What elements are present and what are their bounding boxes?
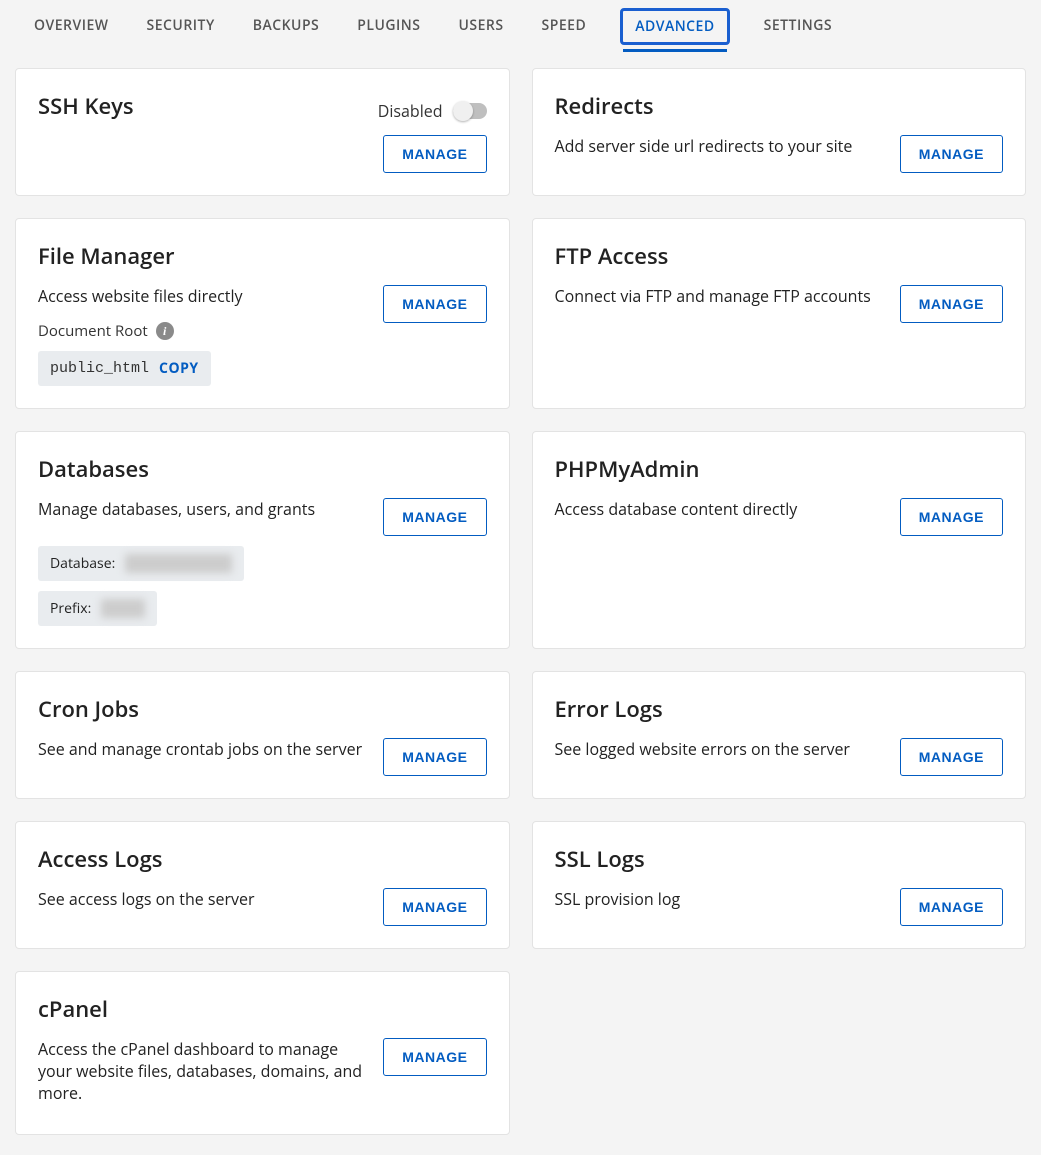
- manage-button[interactable]: MANAGE: [383, 498, 486, 536]
- card-desc: See logged website errors on the server: [555, 738, 880, 760]
- card-desc: Manage databases, users, and grants: [38, 498, 363, 520]
- ssh-toggle-wrap: Disabled: [378, 100, 487, 122]
- cards-grid: SSH Keys Disabled MANAGE Redirects Add s…: [0, 48, 1041, 1155]
- card-desc: Access database content directly: [555, 498, 880, 520]
- manage-button[interactable]: MANAGE: [383, 285, 486, 323]
- manage-button[interactable]: MANAGE: [383, 738, 486, 776]
- tab-advanced[interactable]: ADVANCED: [620, 8, 729, 45]
- prefix-chip: Prefix: ███_: [38, 591, 157, 626]
- card-title: Access Logs: [38, 844, 487, 874]
- tab-settings[interactable]: SETTINGS: [760, 8, 836, 47]
- info-icon[interactable]: i: [156, 322, 174, 340]
- ssh-status-label: Disabled: [378, 100, 443, 122]
- card-desc: See access logs on the server: [38, 888, 363, 910]
- manage-button[interactable]: MANAGE: [900, 738, 1003, 776]
- card-title: cPanel: [38, 994, 487, 1024]
- tab-backups[interactable]: BACKUPS: [249, 8, 324, 47]
- tab-speed[interactable]: SPEED: [538, 8, 591, 47]
- manage-button[interactable]: MANAGE: [383, 1038, 486, 1076]
- card-title: Redirects: [555, 91, 1004, 121]
- manage-button[interactable]: MANAGE: [900, 498, 1003, 536]
- card-title: PHPMyAdmin: [555, 454, 1004, 484]
- card-cron-jobs: Cron Jobs See and manage crontab jobs on…: [15, 671, 510, 799]
- card-title: SSL Logs: [555, 844, 1004, 874]
- card-redirects: Redirects Add server side url redirects …: [532, 68, 1027, 196]
- ssh-toggle[interactable]: [453, 103, 487, 119]
- tab-bar: OVERVIEW SECURITY BACKUPS PLUGINS USERS …: [0, 0, 1041, 48]
- card-desc: Add server side url redirects to your si…: [555, 135, 880, 157]
- card-title: SSH Keys: [38, 91, 134, 121]
- database-value: ██████████: [125, 554, 232, 573]
- manage-button[interactable]: MANAGE: [900, 888, 1003, 926]
- card-title: Databases: [38, 454, 487, 484]
- document-root-value: public_html: [50, 360, 149, 377]
- card-access-logs: Access Logs See access logs on the serve…: [15, 821, 510, 949]
- tab-plugins[interactable]: PLUGINS: [353, 8, 424, 47]
- tab-users[interactable]: USERS: [454, 8, 507, 47]
- card-title: Error Logs: [555, 694, 1004, 724]
- card-title: Cron Jobs: [38, 694, 487, 724]
- manage-button[interactable]: MANAGE: [383, 135, 486, 173]
- card-desc: Access the cPanel dashboard to manage yo…: [38, 1038, 363, 1104]
- card-title: FTP Access: [555, 241, 1004, 271]
- card-ftp-access: FTP Access Connect via FTP and manage FT…: [532, 218, 1027, 409]
- card-desc: SSL provision log: [555, 888, 880, 910]
- manage-button[interactable]: MANAGE: [900, 285, 1003, 323]
- copy-button[interactable]: COPY: [159, 359, 199, 378]
- prefix-value: ███_: [101, 599, 145, 618]
- document-root-label-row: Document Root i: [38, 321, 363, 341]
- card-phpmyadmin: PHPMyAdmin Access database content direc…: [532, 431, 1027, 649]
- tab-overview[interactable]: OVERVIEW: [30, 8, 113, 47]
- document-root-label: Document Root: [38, 321, 148, 341]
- card-desc: Access website files directly: [38, 285, 363, 307]
- document-root-chip: public_html COPY: [38, 351, 211, 386]
- manage-button[interactable]: MANAGE: [383, 888, 486, 926]
- manage-button[interactable]: MANAGE: [900, 135, 1003, 173]
- card-cpanel: cPanel Access the cPanel dashboard to ma…: [15, 971, 510, 1135]
- prefix-label: Prefix:: [50, 599, 91, 618]
- card-desc: Connect via FTP and manage FTP accounts: [555, 285, 880, 307]
- card-databases: Databases Manage databases, users, and g…: [15, 431, 510, 649]
- card-ssl-logs: SSL Logs SSL provision log MANAGE: [532, 821, 1027, 949]
- database-label: Database:: [50, 554, 115, 573]
- card-title: File Manager: [38, 241, 487, 271]
- database-chip: Database: ██████████: [38, 546, 244, 581]
- tab-security[interactable]: SECURITY: [143, 8, 219, 47]
- card-error-logs: Error Logs See logged website errors on …: [532, 671, 1027, 799]
- card-file-manager: File Manager Access website files direct…: [15, 218, 510, 409]
- card-ssh-keys: SSH Keys Disabled MANAGE: [15, 68, 510, 196]
- card-desc: See and manage crontab jobs on the serve…: [38, 738, 363, 760]
